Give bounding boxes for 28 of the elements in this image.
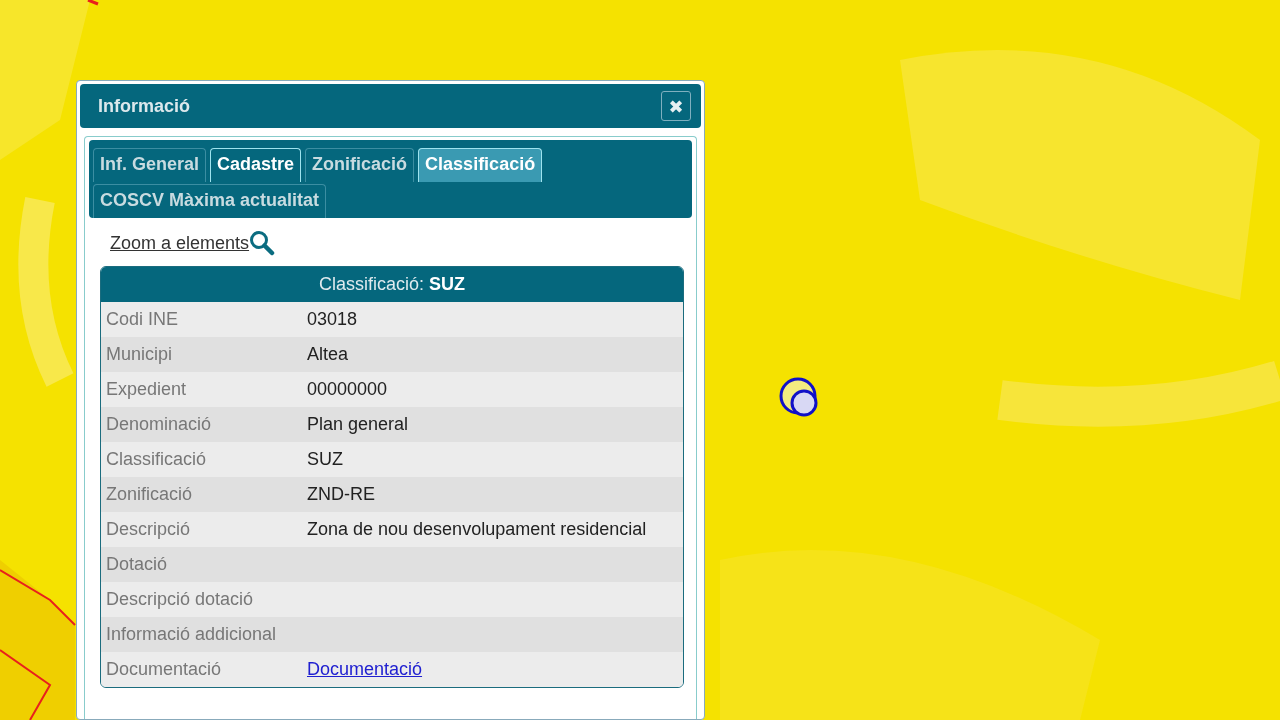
field-value: 03018 (307, 309, 358, 330)
tab[interactable]: Cadastre (210, 148, 302, 182)
field-value: SUZ (307, 449, 343, 470)
field-value: Altea (307, 344, 349, 365)
tab[interactable]: Zonificació (305, 148, 415, 182)
field-label: Classificació (105, 449, 208, 470)
tab[interactable]: Classificació (418, 148, 543, 182)
field-label: Dotació (105, 554, 169, 575)
documentation-link[interactable]: Documentació (307, 659, 423, 680)
field-label: Municipi (105, 344, 174, 365)
zoom-link[interactable]: Zoom a elements (110, 232, 250, 254)
field-label: Denominació (105, 414, 213, 435)
dialog-title: Informació (98, 95, 190, 117)
field-label: Informació addicional (105, 624, 278, 645)
field-value: 00000000 (307, 379, 388, 400)
table-title: Classificació: SUZ (101, 267, 683, 302)
field-value: Plan general (307, 414, 409, 435)
tab[interactable]: COSCV Màxima actualitat (93, 184, 327, 218)
field-label: Codi INE (105, 309, 180, 330)
field-value: ZND-RE (307, 484, 375, 505)
field-label: Expedient (105, 379, 188, 400)
field-label: Documentació (105, 659, 223, 680)
field-label: Descripció (105, 519, 192, 540)
tab[interactable]: Inf. General (93, 148, 207, 182)
field-value: Zona de nou desenvolupament residencial (307, 519, 647, 540)
field-label: Descripció dotació (105, 589, 255, 610)
close-button[interactable]: ✖ (661, 91, 691, 121)
field-label: Zonificació (105, 484, 194, 505)
